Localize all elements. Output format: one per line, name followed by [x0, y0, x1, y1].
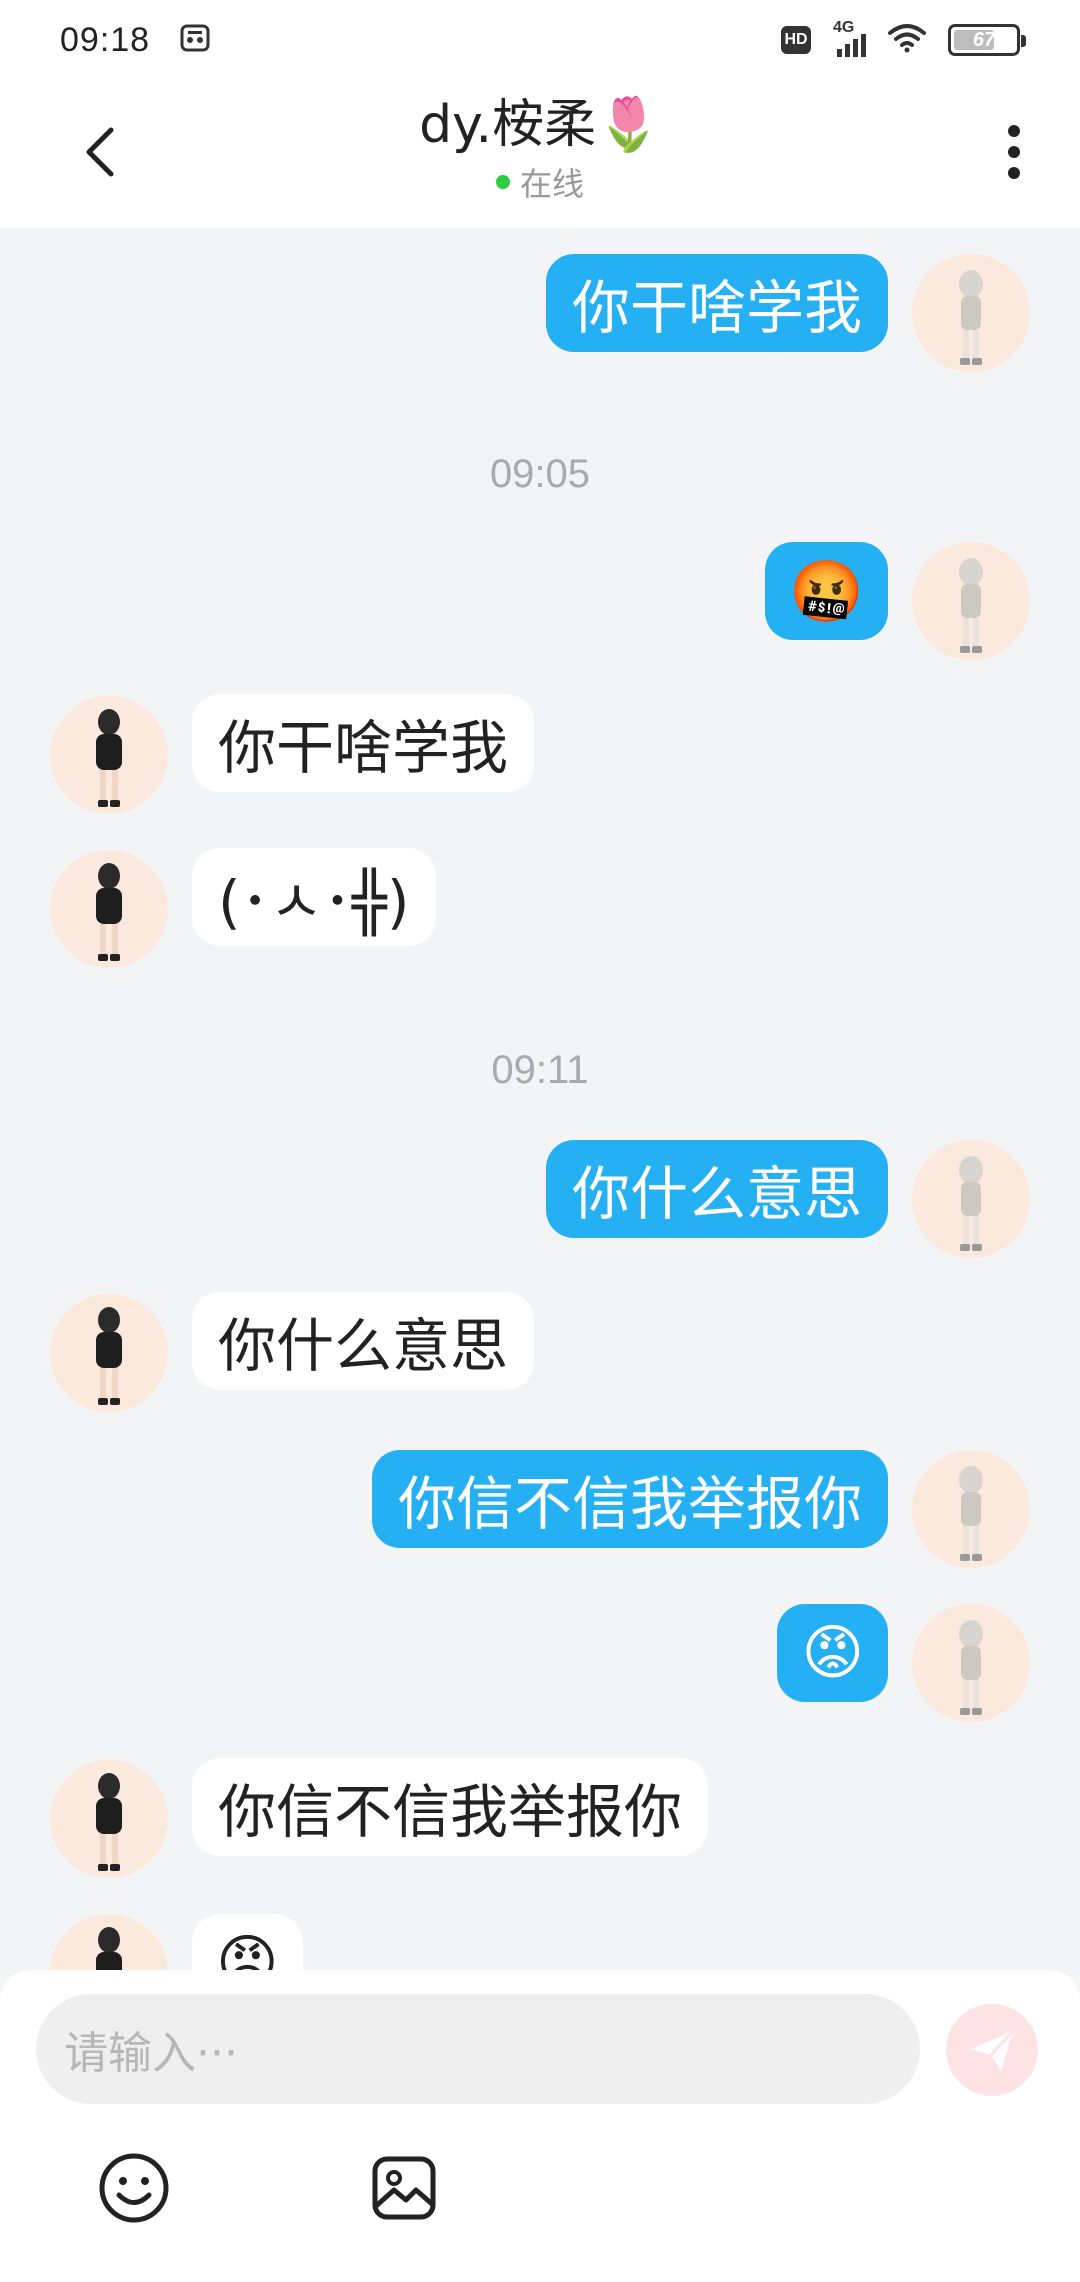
my-avatar[interactable]	[912, 542, 1030, 660]
timestamp: 09:11	[491, 1048, 589, 1092]
message-bubble[interactable]: 你信不信我举报你	[192, 1758, 709, 1856]
message-bubble[interactable]: 你干啥学我	[545, 254, 888, 352]
contact-avatar[interactable]	[50, 696, 168, 814]
my-avatar[interactable]	[912, 1140, 1030, 1258]
contact-avatar[interactable]	[50, 850, 168, 968]
battery-text: 67	[972, 28, 996, 51]
avatar-figure-dark	[96, 1927, 122, 1970]
avatar-figure-light	[959, 270, 983, 365]
image-button[interactable]	[364, 2148, 444, 2228]
message-bubble[interactable]: 你信不信我举报你	[371, 1450, 888, 1548]
message-outgoing: 🤬	[765, 542, 888, 640]
message-input[interactable]: 请输入···	[36, 1994, 920, 2104]
my-avatar[interactable]	[912, 254, 1030, 372]
avatar-figure-light	[959, 1620, 983, 1715]
avatar-figure-dark	[96, 1773, 122, 1871]
message-outgoing: 你干啥学我	[545, 254, 888, 352]
chevron-left-icon	[86, 127, 114, 177]
network-type: 4G	[833, 19, 855, 36]
more-button[interactable]	[984, 122, 1044, 182]
message-incoming: (･ㅅ･╬)	[192, 848, 436, 946]
my-avatar[interactable]	[912, 1450, 1030, 1568]
send-icon	[971, 2029, 1015, 2071]
emoji-smile-icon	[99, 2153, 169, 2223]
status-bar: 09:18 HD 4G 67	[0, 0, 1080, 80]
avatar-figure-light	[959, 1156, 983, 1251]
message-bubble[interactable]: 你干啥学我	[192, 694, 535, 792]
message-outgoing: 你信不信我举报你	[371, 1450, 888, 1548]
my-avatar[interactable]	[912, 1604, 1030, 1722]
emoji-button[interactable]	[94, 2148, 174, 2228]
chat-screen: 09:18 HD 4G 67 dy.桉柔🌷 在线 你干啥学我 09:05 🤬 你…	[0, 0, 1080, 2282]
screen-recorder-icon	[180, 23, 210, 57]
battery-icon: 67	[948, 24, 1026, 56]
avatar-figure-dark	[96, 1307, 122, 1405]
wifi-icon	[888, 23, 926, 57]
online-status-text: 在线	[519, 164, 584, 203]
message-incoming: 你干啥学我	[192, 694, 535, 792]
message-bubble[interactable]: (･ㅅ･╬)	[192, 848, 436, 946]
hd-icon: HD	[781, 26, 811, 54]
online-status-dot	[495, 174, 510, 189]
more-vertical-icon	[1008, 125, 1020, 179]
emoji-bubble[interactable]: 🤬	[765, 542, 888, 640]
message-list[interactable]: 你干啥学我 09:05 🤬 你干啥学我 (･ㅅ･╬) 09:11 你什么意思 你…	[0, 228, 1080, 1970]
cellular-signal-icon: 4G	[833, 19, 866, 57]
image-icon	[372, 2156, 436, 2220]
chat-header: dy.桉柔🌷 在线	[0, 80, 1080, 228]
message-bubble[interactable]: 你什么意思	[192, 1292, 535, 1390]
status-time: 09:18	[60, 20, 151, 59]
contact-avatar[interactable]	[50, 1914, 168, 1970]
emoji-bubble[interactable]: 😡	[192, 1914, 303, 1970]
contact-name: dy.桉柔🌷	[419, 95, 661, 156]
message-incoming: 你什么意思	[192, 1292, 535, 1390]
avatar-figure-light	[959, 1466, 983, 1561]
timestamp: 09:05	[489, 452, 591, 496]
input-panel: 请输入···	[0, 1970, 1080, 2282]
message-bubble[interactable]: 你什么意思	[545, 1140, 888, 1238]
back-button[interactable]	[70, 122, 130, 182]
send-button[interactable]	[946, 2004, 1038, 2096]
message-incoming: 😡	[192, 1914, 303, 1970]
message-outgoing: 😡	[777, 1604, 888, 1702]
message-outgoing: 你什么意思	[545, 1140, 888, 1238]
avatar-figure-light	[959, 558, 983, 653]
contact-avatar[interactable]	[50, 1294, 168, 1412]
contact-avatar[interactable]	[50, 1760, 168, 1878]
emoji-bubble[interactable]: 😡	[777, 1604, 888, 1702]
avatar-figure-dark	[96, 863, 122, 961]
avatar-figure-dark	[96, 709, 122, 807]
message-incoming: 你信不信我举报你	[192, 1758, 709, 1856]
